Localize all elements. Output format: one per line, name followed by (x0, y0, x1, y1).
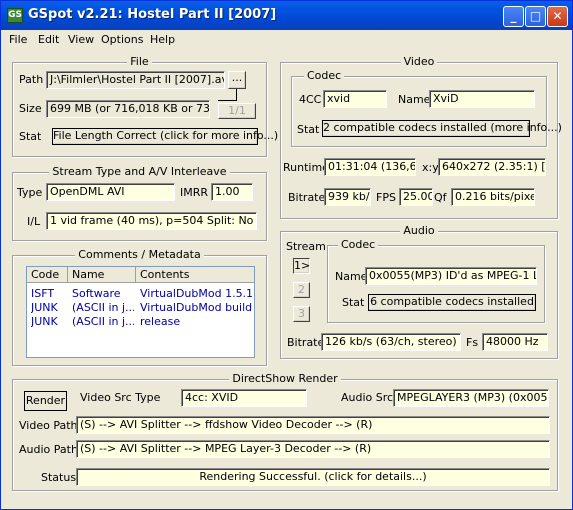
xy-label: x:y (422, 161, 439, 174)
audio-stream-1-button[interactable]: 1> (293, 258, 310, 274)
video-src-field[interactable]: 4cc: XVID (181, 389, 307, 407)
audio-bitrate-field[interactable]: 126 kb/s (63/ch, stereo) VB (321, 333, 461, 351)
table-cell[interactable]: (ASCII in j... (72, 301, 134, 314)
fs-field[interactable]: 48000 Hz (482, 333, 548, 351)
stat-label: Stat (19, 130, 42, 143)
il-field[interactable]: 1 vid frame (40 ms), p=504 Split: No (46, 212, 257, 230)
menu-options[interactable]: Options (101, 33, 143, 46)
video-name-field[interactable]: XviD (429, 90, 535, 108)
qf-field[interactable]: 0.216 bits/pixel (451, 188, 535, 206)
video-bitrate-label: Bitrate (288, 191, 326, 204)
fs-label: Fs (466, 336, 479, 349)
app-icon[interactable]: GS (7, 8, 23, 23)
audio-path-field[interactable]: (S) --> AVI Splitter --> MPEG Layer-3 De… (76, 440, 550, 458)
status-label: Status (41, 471, 77, 484)
size-field[interactable]: 699 MB (or 716,018 KB or 733,20 (46, 100, 210, 118)
type-label: Type (17, 186, 43, 199)
video-codec-group: Codec 4CC xvid Name XviD Stat 2 compatib… (291, 69, 562, 147)
minimize-button[interactable]: _ (503, 6, 524, 27)
table-cell[interactable]: JUNK (31, 301, 67, 314)
il-label: I/L (27, 215, 41, 228)
path-label: Path (19, 73, 44, 86)
audio-stream-3-button[interactable]: 3 (293, 306, 310, 322)
stream-type-group: Stream Type and A/V Interleave Type Open… (12, 165, 267, 241)
video-stat-label: Stat (297, 123, 320, 136)
type-field[interactable]: OpenDML AVI (46, 183, 175, 201)
video-group: Video Codec 4CC xvid Name XviD Stat 2 co… (280, 55, 562, 219)
video-name-label: Name (398, 93, 431, 106)
menu-file[interactable]: File (9, 33, 27, 46)
fourcc-field[interactable]: xvid (323, 90, 387, 108)
audio-name-label: Name (335, 270, 368, 283)
audio-stat-label: Stat (342, 296, 365, 309)
video-src-label: Video Src Type (80, 391, 161, 404)
menu-edit[interactable]: Edit (38, 33, 59, 46)
audio-group: Audio Stream 1> 2 3 Codec Name 0x0055(MP… (280, 224, 558, 359)
table-cell[interactable]: ISFT (31, 287, 67, 300)
connector-line (218, 100, 237, 101)
maximize-button[interactable]: □ (525, 6, 546, 27)
fps-label: FPS (376, 191, 396, 204)
window-title: GSpot v2.21: Hostel Part II [2007] (28, 7, 277, 22)
audio-path-label: Audio Path (19, 443, 78, 456)
audio-bitrate-label: Bitrate (287, 336, 325, 349)
stream-label: Stream (286, 240, 326, 253)
video-path-field[interactable]: (S) --> AVI Splitter --> ffdshow Video D… (76, 416, 550, 434)
audio-stat-button[interactable]: 6 compatible codecs installed (368, 294, 536, 311)
table-cell[interactable]: Software (72, 287, 134, 300)
close-button[interactable]: ✕ (547, 6, 568, 27)
directshow-group: DirectShow Render Render Video Src Type … (12, 372, 558, 491)
render-button[interactable]: Render (24, 391, 67, 411)
status-field[interactable]: Rendering Successful. (click for details… (76, 468, 550, 486)
connector-line (236, 89, 237, 100)
audio-codec-title: Codec (338, 238, 379, 251)
audio-src-field[interactable]: MPEGLAYER3 (MP3) (0x0055) (393, 389, 549, 407)
comments-group-title: Comments / Metadata (75, 248, 204, 261)
video-stat-button[interactable]: 2 compatible codecs installed (more info… (322, 120, 562, 137)
directshow-group-title: DirectShow Render (229, 372, 341, 385)
stream-group-title: Stream Type and A/V Interleave (49, 165, 230, 178)
size-label: Size (19, 102, 42, 115)
audio-name-field[interactable]: 0x0055(MP3) ID'd as MPEG-1 Lay (365, 267, 537, 285)
audio-stream-2-button[interactable]: 2 (293, 282, 310, 298)
table-cell[interactable]: (ASCII in j... (72, 315, 134, 328)
fourcc-label: 4CC (299, 93, 322, 106)
menu-view[interactable]: View (68, 33, 94, 46)
title-bar[interactable]: GS GSpot v2.21: Hostel Part II [2007] _ … (1, 1, 572, 30)
video-bitrate-field[interactable]: 939 kb/s (324, 188, 371, 206)
runtime-field[interactable]: 01:31:04 (136,607 (324, 158, 416, 176)
part-button[interactable]: 1/1 (218, 103, 256, 119)
main-window: GS GSpot v2.21: Hostel Part II [2007] _ … (0, 0, 573, 510)
column-header-code[interactable]: Code (27, 267, 68, 283)
video-codec-title: Codec (304, 69, 345, 82)
table-cell[interactable]: JUNK (31, 315, 67, 328)
menu-bar: File Edit View Options Help (1, 30, 572, 49)
path-field[interactable]: J:\Filmler\Hostel Part II [2007].avi (46, 71, 225, 89)
column-header-contents[interactable]: Contents (136, 267, 254, 283)
runtime-label: Runtime (283, 161, 329, 174)
comments-group: Comments / Metadata Code Name Contents I… (12, 248, 267, 366)
audio-codec-group: Codec Name 0x0055(MP3) ID'd as MPEG-1 La… (327, 238, 545, 323)
fps-field[interactable]: 25.00 (399, 188, 433, 206)
browse-button[interactable]: ... (228, 71, 246, 89)
xy-field[interactable]: 640x272 (2.35:1) [=40 (438, 158, 546, 176)
file-stat-button[interactable]: File Length Correct (click for more info… (52, 128, 278, 145)
imrr-label: IMRR (180, 186, 209, 199)
file-group-title: File (127, 55, 152, 68)
menu-help[interactable]: Help (150, 33, 175, 46)
audio-src-label: Audio Src (341, 391, 394, 404)
video-group-title: Video (400, 55, 438, 68)
table-cell[interactable]: release (140, 315, 254, 328)
column-header-name[interactable]: Name (68, 267, 136, 283)
table-cell[interactable]: VirtualDubMod build ... (140, 301, 254, 314)
video-path-label: Video Path (19, 419, 78, 432)
audio-group-title: Audio (400, 224, 438, 237)
file-group: File Path J:\Filmler\Hostel Part II [200… (12, 55, 278, 157)
imrr-field[interactable]: 1.00 (211, 183, 253, 201)
metadata-list[interactable]: Code Name Contents ISFT Software Virtual… (26, 266, 255, 358)
qf-label: Qf (434, 191, 447, 204)
table-cell[interactable]: VirtualDubMod 1.5.1... (140, 287, 254, 300)
